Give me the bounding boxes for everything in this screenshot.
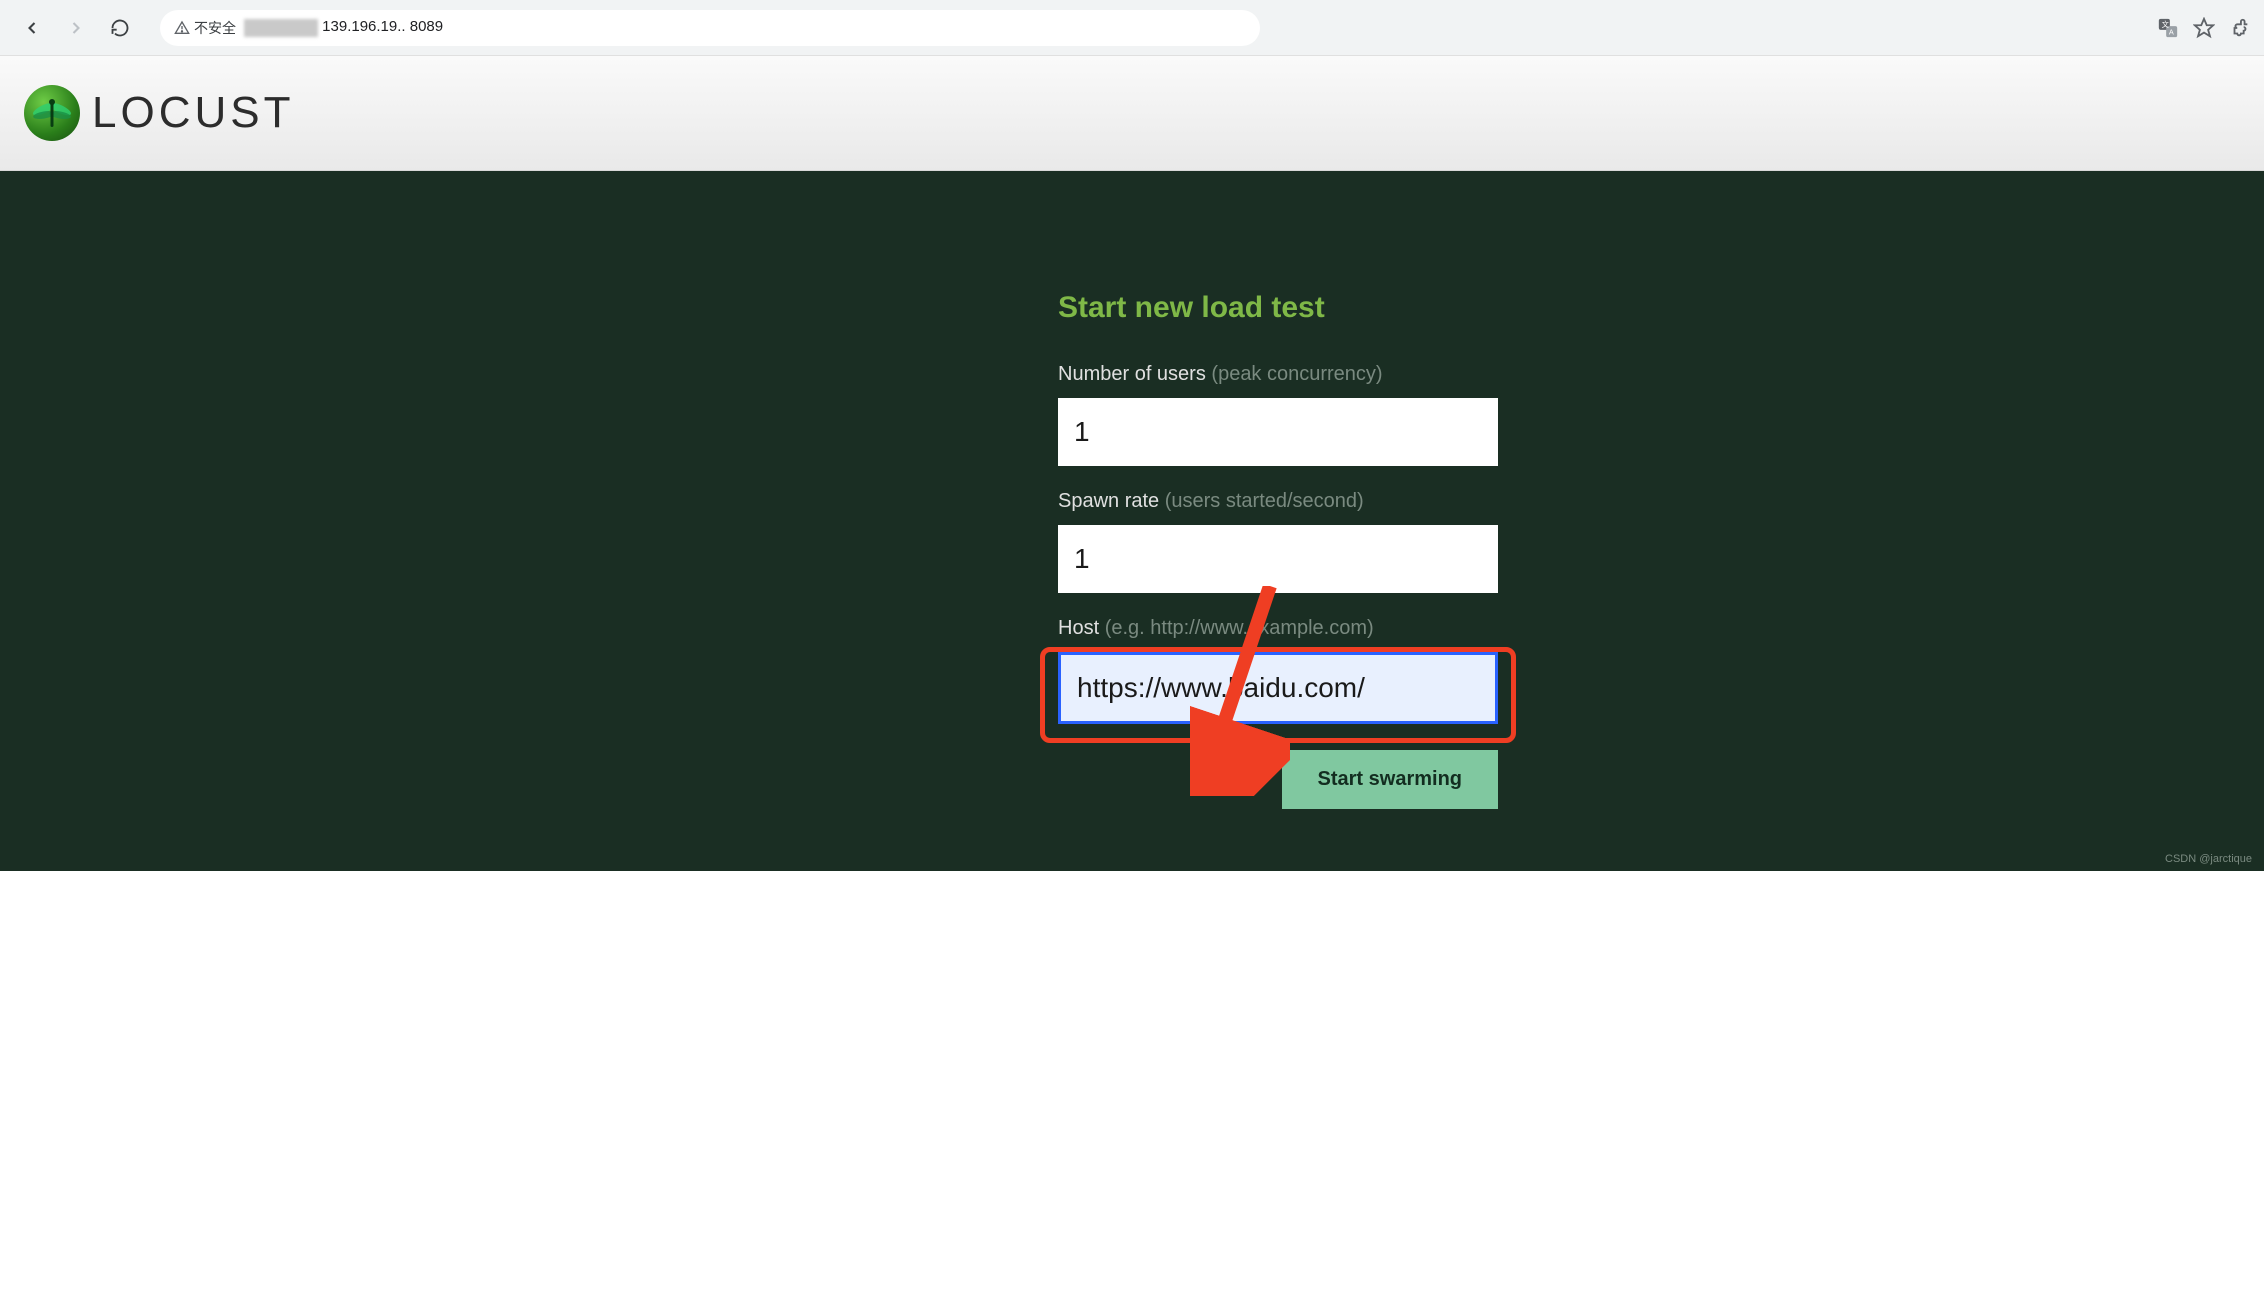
spawn-group: Spawn rate (users started/second) <box>1058 490 1498 593</box>
host-label-text: Host <box>1058 617 1099 639</box>
security-indicator[interactable]: 不安全 <box>174 18 236 38</box>
users-label-text: Number of users <box>1058 363 1206 385</box>
host-hint: (e.g. http://www.example.com) <box>1105 617 1374 639</box>
browser-toolbar: 不安全 139.196.19.. 8089 文A <box>0 0 2264 56</box>
bookmark-star-icon[interactable] <box>2192 16 2216 40</box>
reload-button[interactable] <box>100 8 140 48</box>
load-test-form: Start new load test Number of users (pea… <box>1058 291 1498 871</box>
users-group: Number of users (peak concurrency) <box>1058 363 1498 466</box>
address-bar[interactable]: 不安全 139.196.19.. 8089 <box>160 10 1260 46</box>
nav-buttons <box>12 8 140 48</box>
locust-header: LOCUST <box>0 56 2264 171</box>
redacted-segment <box>244 19 318 37</box>
spawn-label-text: Spawn rate <box>1058 490 1159 512</box>
dragonfly-icon <box>30 91 74 135</box>
toolbar-right: 文A <box>2156 16 2252 40</box>
start-swarming-button[interactable]: Start swarming <box>1282 750 1498 809</box>
extensions-icon[interactable] <box>2228 16 2252 40</box>
back-button[interactable] <box>12 8 52 48</box>
submit-row: Start swarming <box>1058 750 1498 809</box>
spawn-label: Spawn rate (users started/second) <box>1058 490 1498 513</box>
users-input[interactable] <box>1058 398 1498 466</box>
users-hint: (peak concurrency) <box>1211 363 1382 385</box>
logo-circle-icon <box>24 85 80 141</box>
translate-icon[interactable]: 文A <box>2156 16 2180 40</box>
host-label: Host (e.g. http://www.example.com) <box>1058 617 1498 640</box>
locust-logo: LOCUST <box>24 85 294 141</box>
url-visible: 139.196.19.. 8089 <box>322 18 443 35</box>
main-area: Start new load test Number of users (pea… <box>0 171 2264 871</box>
url-text: 139.196.19.. 8089 <box>244 18 1246 36</box>
host-group: Host (e.g. http://www.example.com) <box>1058 617 1498 724</box>
host-input[interactable] <box>1058 652 1498 724</box>
forward-button[interactable] <box>56 8 96 48</box>
users-label: Number of users (peak concurrency) <box>1058 363 1498 386</box>
spawn-hint: (users started/second) <box>1165 490 1364 512</box>
warning-icon <box>174 20 190 36</box>
form-title: Start new load test <box>1058 291 1498 325</box>
locust-wordmark: LOCUST <box>92 88 294 138</box>
spawn-rate-input[interactable] <box>1058 525 1498 593</box>
svg-text:A: A <box>2169 27 2174 36</box>
security-label: 不安全 <box>194 18 236 38</box>
watermark: CSDN @jarctique <box>2165 853 2252 865</box>
